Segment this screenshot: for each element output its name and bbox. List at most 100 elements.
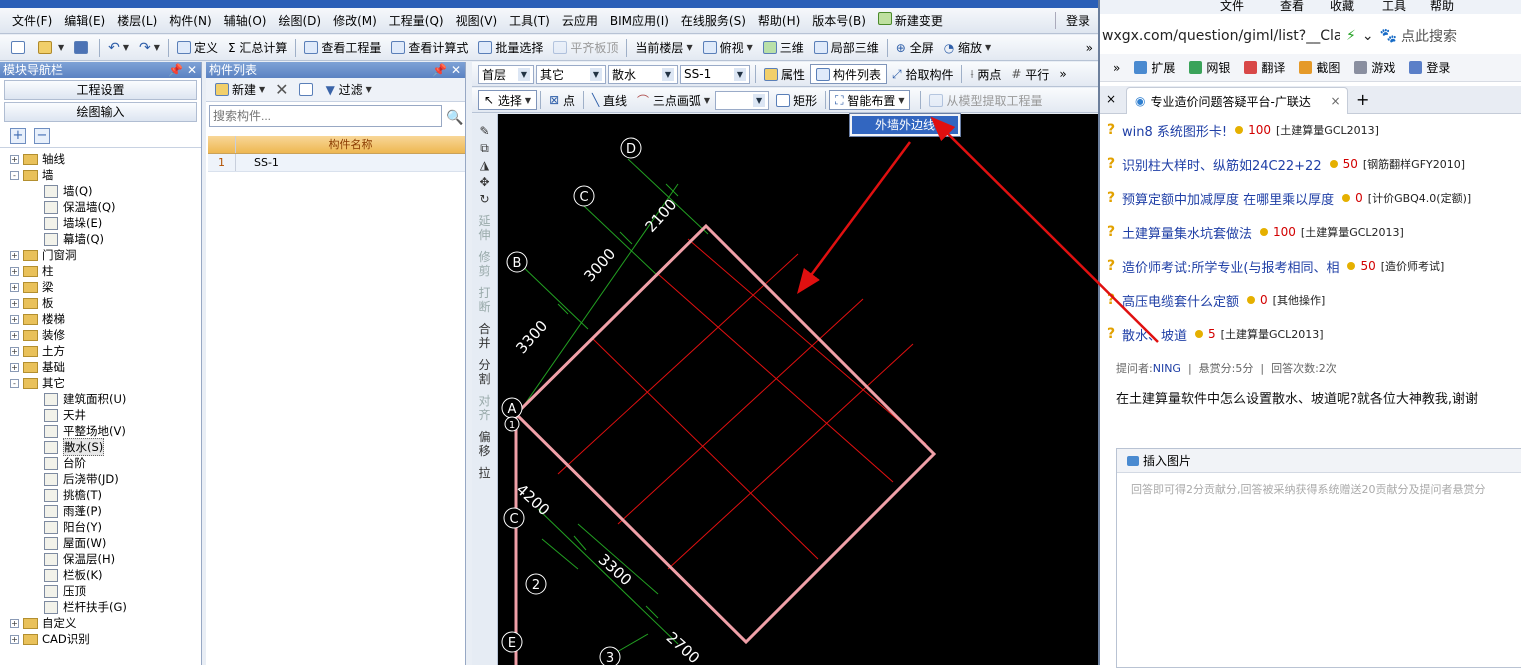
menu-component[interactable]: 构件(N) xyxy=(163,12,217,29)
new-file-button[interactable] xyxy=(6,37,33,59)
asker-name[interactable]: NING xyxy=(1153,362,1181,375)
search-icon[interactable]: 🔍 xyxy=(446,110,464,128)
tree-node[interactable]: 散水(S) xyxy=(10,438,201,456)
fav-games[interactable]: 游戏 xyxy=(1347,59,1402,76)
new-tab-button[interactable]: + xyxy=(1356,90,1369,109)
tree-node[interactable]: + 楼梯 xyxy=(10,311,201,327)
expand-icon[interactable]: + xyxy=(10,250,19,260)
menu-bim[interactable]: BIM应用(I) xyxy=(604,12,675,29)
expand-all-icon[interactable]: + xyxy=(10,127,26,144)
collapse-icon[interactable]: - xyxy=(10,378,19,388)
menu-file[interactable]: 文件(F) xyxy=(6,12,58,29)
zoom-button[interactable]: ◔ 缩放 ▼ xyxy=(939,37,996,59)
chevron-down-icon[interactable]: ⌄ xyxy=(1362,28,1374,44)
tree-node[interactable]: 墙垛(E) xyxy=(10,215,201,231)
offset-tool[interactable]: 偏移 xyxy=(475,430,495,458)
browser-menu-favorites[interactable]: 收藏 xyxy=(1330,0,1354,14)
browser-menu-help[interactable]: 帮助 xyxy=(1430,0,1454,14)
answer-editor[interactable]: 插入图片 回答即可得2分贡献分,回答被采纳获得系统赠送20贡献分及提问者悬赏分 xyxy=(1116,448,1521,668)
smart-layout-button[interactable]: ⛶ 智能布置 ▼ xyxy=(829,90,911,110)
lightning-icon[interactable]: ⚡ xyxy=(1346,28,1356,44)
question-title-link[interactable]: 高压电缆套什么定额 xyxy=(1122,291,1239,310)
toolbar-overflow-chevron[interactable]: » xyxy=(1081,37,1098,59)
drawing-input-button[interactable]: 绘图输入 xyxy=(4,102,197,122)
break-tool[interactable]: 打断 xyxy=(475,286,495,314)
tree-node[interactable]: 保温墙(Q) xyxy=(10,199,201,215)
question-title-link[interactable]: 造价师考试:所学专业(与报考相同、相 xyxy=(1122,257,1339,276)
stretch-tool[interactable]: 拉 xyxy=(475,466,495,480)
tree-node[interactable]: 墙(Q) xyxy=(10,183,201,199)
draw-mode-select[interactable]: ▼ xyxy=(715,90,770,110)
tree-node[interactable]: -墙 xyxy=(10,167,201,183)
question-title-link[interactable]: win8 系统图形卡! xyxy=(1122,121,1227,140)
copy-icon[interactable] xyxy=(294,79,321,101)
tree-node[interactable]: 阳台(Y) xyxy=(10,519,201,535)
menu-cloud[interactable]: 云应用 xyxy=(556,12,604,29)
tree-node[interactable]: 压顶 xyxy=(10,583,201,599)
table-row[interactable]: 1 SS-1 xyxy=(208,154,465,172)
expand-icon[interactable]: + xyxy=(10,298,19,308)
tree-node[interactable]: + 自定义 xyxy=(10,615,201,631)
menu-tools[interactable]: 工具(T) xyxy=(503,12,556,29)
close-icon[interactable]: 📌 ✕ xyxy=(168,62,197,78)
fav-translate[interactable]: 翻译 xyxy=(1237,59,1292,76)
expand-icon[interactable]: + xyxy=(10,266,19,276)
tree-node[interactable]: 挑檐(T) xyxy=(10,487,201,503)
menu-aux-axis[interactable]: 辅轴(O) xyxy=(218,12,273,29)
pick-component-button[interactable]: ⤢ 拾取构件 xyxy=(887,63,958,85)
align-slab-top-button[interactable]: 平齐板顶 xyxy=(548,37,623,59)
redo-button[interactable]: ↷ ▼ xyxy=(134,37,165,59)
collapse-icon[interactable]: - xyxy=(10,170,19,180)
project-settings-button[interactable]: 工程设置 xyxy=(4,80,197,100)
tree-node[interactable]: + 轴线 xyxy=(10,151,201,167)
fav-login[interactable]: 登录 xyxy=(1402,59,1457,76)
menu-quantity[interactable]: 工程量(Q) xyxy=(383,12,450,29)
menu-draw[interactable]: 绘图(D) xyxy=(272,12,327,29)
collapse-all-icon[interactable]: − xyxy=(34,127,50,144)
menu-item-outer-wall-edge[interactable]: 外墙外边线 xyxy=(852,116,958,134)
split-tool[interactable]: 分割 xyxy=(475,358,495,386)
fav-screenshot[interactable]: 截图 xyxy=(1292,59,1347,76)
expand-icon[interactable]: + xyxy=(10,314,19,324)
fullscreen-button[interactable]: ⊕ 全屏 xyxy=(891,37,939,59)
question-title-link[interactable]: 预算定额中加减厚度 在哪里乘以厚度 xyxy=(1122,189,1334,208)
question-title-link[interactable]: 识别柱大样时、纵筋如24C22+22 xyxy=(1122,155,1322,174)
browser-menu-view[interactable]: 查看 xyxy=(1280,0,1304,14)
tree-node[interactable]: 幕墙(Q) xyxy=(10,231,201,247)
browser-menu-tools[interactable]: 工具 xyxy=(1382,0,1406,14)
tree-node[interactable]: 台阶 xyxy=(10,455,201,471)
copy-tool-icon[interactable]: ⧉ xyxy=(475,141,495,155)
select-button[interactable]: ↖ 选择 ▼ xyxy=(478,90,538,110)
top-view-button[interactable]: 俯视 ▼ xyxy=(698,37,758,59)
tree-node[interactable]: 栏杆扶手(G) xyxy=(10,599,201,615)
menu-online[interactable]: 在线服务(S) xyxy=(675,12,752,29)
save-button[interactable] xyxy=(69,37,96,59)
expand-icon[interactable]: + xyxy=(10,362,19,372)
tree-node[interactable]: + 梁 xyxy=(10,279,201,295)
component-search-input[interactable] xyxy=(209,105,442,127)
fav-more-chevron[interactable]: » xyxy=(1106,61,1127,75)
3d-button[interactable]: 三维 xyxy=(758,37,809,59)
tree-node[interactable]: 建筑面积(U) xyxy=(10,391,201,407)
batch-select-button[interactable]: 批量选择 xyxy=(473,37,548,59)
fav-ebank[interactable]: 网银 xyxy=(1182,59,1237,76)
tree-node[interactable]: 栏板(K) xyxy=(10,567,201,583)
define-button[interactable]: 定义 xyxy=(172,37,223,59)
filter-button[interactable]: ▼ 过滤 ▼ xyxy=(321,79,377,101)
tree-node[interactable]: + 柱 xyxy=(10,263,201,279)
tab-close-icon[interactable]: × xyxy=(1330,94,1340,108)
expand-icon[interactable]: + xyxy=(10,154,19,164)
new-component-button[interactable]: 新建 ▼ xyxy=(210,79,270,101)
current-floor-select[interactable]: 当前楼层 ▼ xyxy=(630,37,697,59)
search-box[interactable]: 点此搜索 xyxy=(1401,26,1457,46)
merge-tool[interactable]: 合并 xyxy=(475,322,495,350)
sum-calc-button[interactable]: Σ 汇总计算 xyxy=(223,37,292,59)
two-point-button[interactable]: ⟊ 两点 xyxy=(965,63,1006,85)
login-button[interactable]: 登录 xyxy=(1054,12,1090,29)
tree-node[interactable]: 后浇带(JD) xyxy=(10,471,201,487)
address-bar[interactable]: wxgx.com/question/giml/list?__ClassCc ⚡ … xyxy=(1100,22,1521,50)
tree-node[interactable]: 平整场地(V) xyxy=(10,423,201,439)
component-list-toggle[interactable]: 构件列表 xyxy=(810,64,888,84)
local-3d-button[interactable]: 局部三维 xyxy=(809,37,884,59)
menu-floor[interactable]: 楼层(L) xyxy=(111,12,163,29)
